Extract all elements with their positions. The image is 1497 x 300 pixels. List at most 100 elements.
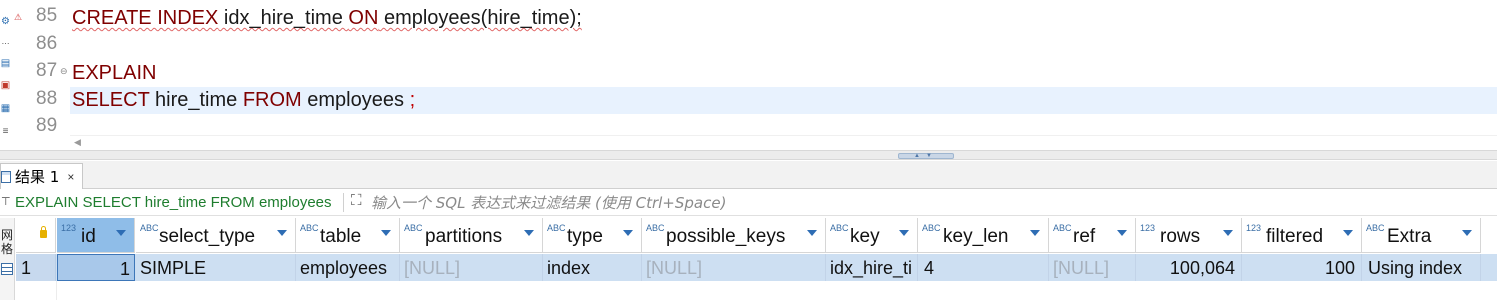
cell-value: [NULL] [646, 258, 703, 278]
side-tab-grid[interactable]: 网格 [0, 228, 14, 256]
sql-editor[interactable]: ⚙ ⋯ ▤ ▣ ▦ ≡ ⚠ 85 86 87 ⊖ 88 89 CREATE IN… [0, 0, 1497, 150]
grid-icon [1, 170, 11, 183]
gear-icon[interactable]: ⚙ [0, 16, 11, 27]
cell-partitions[interactable]: [NULL] [400, 254, 543, 281]
column-header-extra[interactable]: ABC Extra [1362, 218, 1481, 253]
column-label: filtered [1266, 226, 1324, 247]
keyword: FROM [242, 89, 302, 111]
cell-value: SIMPLE [140, 258, 207, 278]
cell-value: 100 [1324, 258, 1355, 278]
column-label: id [81, 226, 96, 247]
expand-icon[interactable]: ⛶ [351, 192, 362, 209]
sort-arrow-icon[interactable] [524, 230, 534, 236]
execute-script-icon[interactable]: ▤ [0, 58, 11, 69]
sort-arrow-icon[interactable] [899, 230, 909, 236]
cell-select-type[interactable]: SIMPLE [136, 254, 296, 281]
tab-result-1[interactable]: 结果 1 × [0, 163, 84, 189]
results-grid[interactable]: 123 id ABC select_type ABC table ABC par… [16, 218, 1497, 300]
column-header-ref[interactable]: ABC ref [1049, 218, 1136, 253]
cell-extra[interactable]: Using index [1362, 254, 1481, 281]
cell-value: index [547, 258, 591, 278]
sort-arrow-icon[interactable] [1343, 230, 1353, 236]
warning-icon[interactable]: ⚠ [14, 12, 24, 22]
row-number-header [16, 218, 56, 253]
type-icon: 123 [61, 223, 77, 233]
splitter-handle[interactable]: ▲▼ [898, 153, 954, 159]
cell-key[interactable]: idx_hire_ti [826, 254, 918, 281]
sort-arrow-icon[interactable] [116, 230, 126, 236]
lock-icon [40, 226, 47, 238]
cell-value: 1 [119, 259, 130, 279]
cell-possible-keys[interactable]: [NULL] [642, 254, 826, 281]
line-number: 85 [36, 5, 58, 26]
sort-arrow-icon[interactable] [807, 230, 817, 236]
close-icon[interactable]: × [67, 170, 74, 184]
export-icon[interactable]: ▣ [0, 80, 11, 91]
type-icon: 123 [1140, 223, 1156, 233]
identifier: idx_hire_time [218, 7, 349, 29]
cell-key-len[interactable]: 4 [918, 254, 1049, 281]
column-label: key [850, 226, 880, 247]
cell-value: Using index [1368, 258, 1463, 278]
column-header-possible-keys[interactable]: ABC possible_keys [642, 218, 826, 253]
line-number: 88 [36, 88, 58, 109]
filter-bar: ⊤ EXPLAIN SELECT hire_time FROM employee… [0, 190, 1497, 216]
plan-icon[interactable]: ▦ [0, 103, 11, 114]
column-header-table[interactable]: ABC table [296, 218, 400, 253]
column-label: ref [1073, 226, 1096, 247]
cell-filtered[interactable]: 100 [1242, 254, 1362, 281]
keyword: SELECT [72, 89, 150, 111]
column-header-filtered[interactable]: 123 filtered [1242, 218, 1362, 253]
list-icon[interactable]: ≡ [0, 126, 11, 137]
column-label: table [320, 226, 362, 247]
cell-id[interactable]: 1 [57, 254, 135, 281]
keyword: CREATE INDEX [72, 7, 219, 29]
cell-value: idx_hire_ti [830, 258, 913, 278]
sort-arrow-icon[interactable] [1030, 230, 1040, 236]
type-icon: 123 [1246, 223, 1262, 233]
sort-arrow-icon[interactable] [1462, 230, 1472, 236]
more-icon[interactable]: ⋯ [0, 38, 11, 49]
column-header-key[interactable]: ABC key [826, 218, 918, 253]
filter-input[interactable] [371, 192, 1491, 214]
executed-query-text: EXPLAIN SELECT hire_time FROM employees [15, 194, 332, 211]
type-icon: ABC [547, 223, 566, 233]
type-icon: ABC [830, 223, 849, 233]
table-row[interactable]: 1 1 SIMPLE employees [NULL] index [NULL]… [16, 254, 1497, 281]
divider [343, 193, 344, 212]
cell-ref[interactable]: [NULL] [1049, 254, 1136, 281]
cell-rows[interactable]: 100,064 [1136, 254, 1242, 281]
type-icon: ABC [300, 223, 319, 233]
scroll-left-icon[interactable]: ◀ [74, 137, 81, 148]
code-line-88[interactable]: SELECT hire_time FROM employees ; [72, 87, 415, 114]
column-header-partitions[interactable]: ABC partitions [400, 218, 543, 253]
keyword: EXPLAIN [72, 62, 157, 84]
editor-horizontal-scrollbar[interactable]: ◀ [70, 135, 1497, 149]
type-icon: ABC [922, 223, 941, 233]
column-label: possible_keys [666, 226, 786, 247]
cell-type[interactable]: index [543, 254, 642, 281]
cell-value: [NULL] [404, 258, 461, 278]
code-line-85[interactable]: CREATE INDEX idx_hire_time ON employees(… [72, 5, 582, 32]
column-label: select_type [159, 226, 256, 247]
keyword: ON [348, 7, 379, 29]
semicolon: ; [409, 89, 416, 111]
column-header-key-len[interactable]: ABC key_len [918, 218, 1049, 253]
column-header-id[interactable]: 123 id [57, 218, 135, 253]
sort-arrow-icon[interactable] [623, 230, 633, 236]
code-line-87[interactable]: EXPLAIN [72, 60, 156, 87]
sort-arrow-icon[interactable] [277, 230, 287, 236]
results-side-panel[interactable]: 网格 [0, 218, 15, 300]
panel-splitter[interactable]: ▲▼ [0, 150, 1497, 160]
cell-table[interactable]: employees [296, 254, 400, 281]
sort-arrow-icon[interactable] [1223, 230, 1233, 236]
sort-arrow-icon[interactable] [381, 230, 391, 236]
cell-value: 100,064 [1169, 258, 1235, 278]
column-header-type[interactable]: ABC type [543, 218, 642, 253]
fold-icon[interactable]: ⊖ [60, 66, 68, 77]
sort-arrow-icon[interactable] [1117, 230, 1127, 236]
column-header-rows[interactable]: 123 rows [1136, 218, 1242, 253]
column-header-select-type[interactable]: ABC select_type [136, 218, 296, 253]
column-label: rows [1160, 226, 1201, 247]
row-number[interactable]: 1 [16, 254, 56, 281]
